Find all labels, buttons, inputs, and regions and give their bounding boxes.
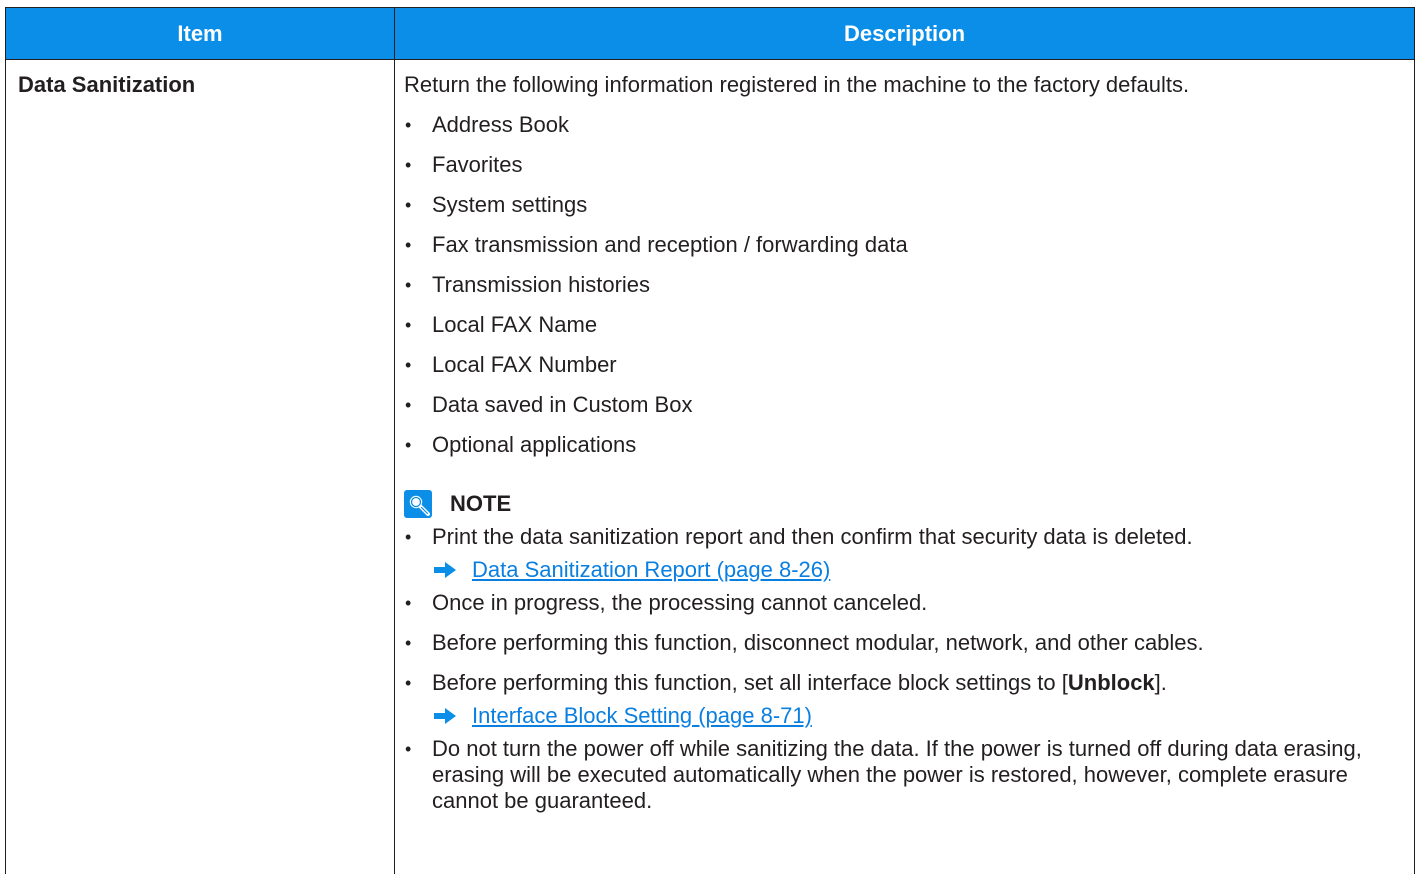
note-item: Print the data sanitization report and t… <box>404 524 1406 590</box>
list-item: Local FAX Number <box>404 352 1406 392</box>
table-header-row: Item Description <box>5 7 1415 60</box>
note-item-text: Print the data sanitization report and t… <box>432 524 1193 549</box>
arrow-right-icon <box>434 708 456 724</box>
column-header-item: Item <box>5 7 395 60</box>
data-sanitization-report-link[interactable]: Data Sanitization Report (page 8-26) <box>472 557 830 583</box>
note-heading: NOTE <box>404 484 1406 524</box>
note-magnifier-icon <box>404 490 432 518</box>
list-item: Local FAX Name <box>404 312 1406 352</box>
interface-block-setting-link[interactable]: Interface Block Setting (page 8-71) <box>472 703 812 729</box>
note-item-suffix: ]. <box>1154 670 1167 695</box>
list-item: Address Book <box>404 112 1406 152</box>
info-list: Address Book Favorites System settings F… <box>404 112 1406 472</box>
item-name: Data Sanitization <box>5 59 395 874</box>
list-item: Fax transmission and reception / forward… <box>404 232 1406 272</box>
note-item: Do not turn the power off while sanitizi… <box>404 736 1406 814</box>
reference-line: Data Sanitization Report (page 8-26) <box>432 550 1406 590</box>
note-title: NOTE <box>450 491 512 516</box>
note-list: Print the data sanitization report and t… <box>404 524 1406 814</box>
list-item: Transmission histories <box>404 272 1406 312</box>
column-header-description: Description <box>394 7 1415 60</box>
note-item: Once in progress, the processing cannot … <box>404 590 1406 630</box>
list-item: Favorites <box>404 152 1406 192</box>
note-item-prefix: Before performing this function, set all… <box>432 670 1068 695</box>
arrow-right-icon <box>434 562 456 578</box>
settings-table: Item Description Data Sanitization Retur… <box>5 7 1415 874</box>
unblock-key-label: Unblock <box>1067 670 1155 695</box>
description-cell: Return the following information registe… <box>394 59 1415 874</box>
list-item: Data saved in Custom Box <box>404 392 1406 432</box>
table-row: Data Sanitization Return the following i… <box>5 59 1415 874</box>
description-intro: Return the following information registe… <box>404 72 1190 97</box>
reference-line: Interface Block Setting (page 8-71) <box>432 696 1406 736</box>
note-item: Before performing this function, set all… <box>404 670 1406 736</box>
list-item: System settings <box>404 192 1406 232</box>
document-page: Item Description Data Sanitization Retur… <box>0 0 1418 874</box>
note-item: Before performing this function, disconn… <box>404 630 1406 670</box>
list-item: Optional applications <box>404 432 1406 472</box>
